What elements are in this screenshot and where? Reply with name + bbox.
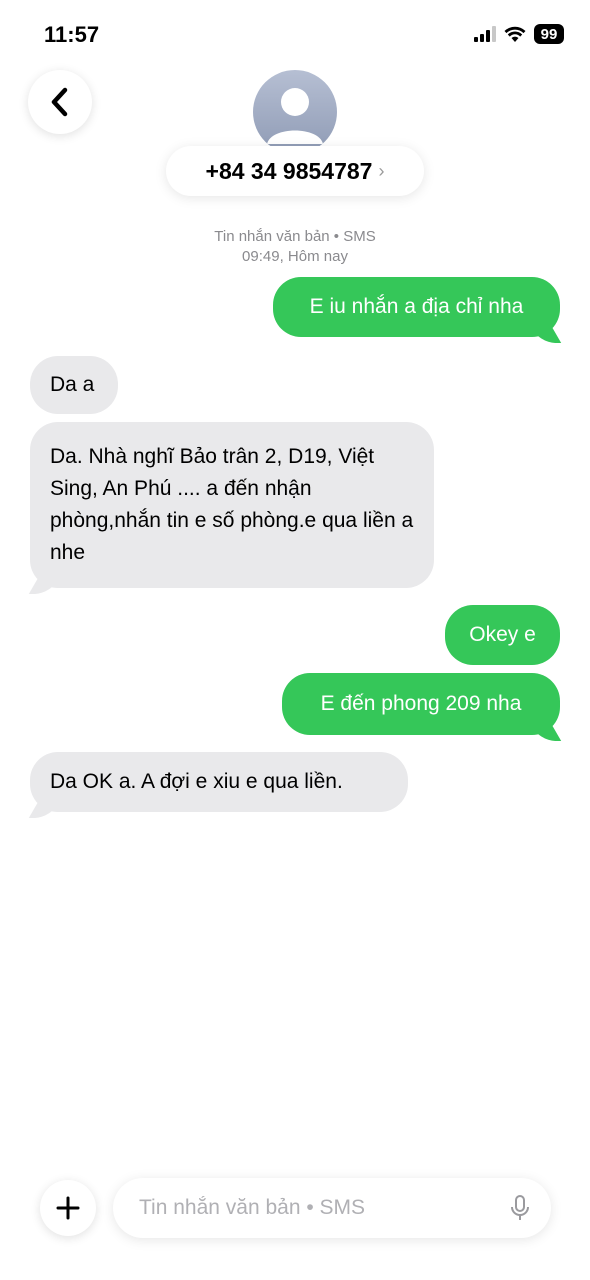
wifi-icon [504, 26, 526, 42]
contact-avatar[interactable] [253, 70, 337, 154]
message-bubble-outgoing[interactable]: E iu nhắn a địa chỉ nha [273, 277, 560, 337]
message-text: E iu nhắn a địa chỉ nha [309, 295, 524, 318]
message-text: Da. Nhà nghĩ Bảo trân 2, D19, Việt Sing,… [50, 445, 414, 564]
message-text: Okey e [469, 623, 536, 646]
thread-timestamp: 09:49, Hôm nay [242, 248, 348, 265]
thread-channel: Tin nhắn văn bản • SMS [214, 228, 376, 245]
battery-icon: 99 [534, 24, 564, 44]
message-bubble-incoming[interactable]: Da. Nhà nghĩ Bảo trân 2, D19, Việt Sing,… [30, 422, 434, 588]
status-time: 11:57 [44, 22, 100, 47]
message-bubble-incoming[interactable]: Da OK a. A đợi e xiu e qua liền. [30, 752, 408, 812]
compose-field[interactable] [113, 1178, 551, 1238]
contact-name-button[interactable]: +84 34 9854787 › [166, 146, 424, 196]
person-icon [267, 88, 323, 144]
back-button[interactable] [28, 70, 92, 134]
add-attachment-button[interactable] [40, 1180, 96, 1236]
message-bubble-incoming[interactable]: Da a [30, 356, 118, 414]
plus-icon [56, 1196, 80, 1220]
message-input[interactable] [137, 1195, 507, 1221]
messages-screen: 11:57 99 +84 34 9854787 › Tin nhắn văn b… [0, 0, 590, 1280]
message-text: E đến phong 209 nha [320, 692, 522, 715]
status-icons: 99 [474, 24, 564, 44]
message-text: Da OK a. A đợi e xiu e qua liền. [50, 770, 343, 793]
contact-number: +84 34 9854787 [205, 157, 373, 184]
message-bubble-outgoing[interactable]: E đến phong 209 nha [282, 673, 560, 735]
message-text: Da a [50, 373, 95, 396]
chevron-right-icon: › [378, 160, 385, 181]
message-bubble-outgoing[interactable]: Okey e [445, 605, 560, 665]
chevron-left-icon [51, 87, 68, 117]
signal-icon [474, 26, 496, 42]
microphone-icon[interactable] [507, 1193, 533, 1223]
